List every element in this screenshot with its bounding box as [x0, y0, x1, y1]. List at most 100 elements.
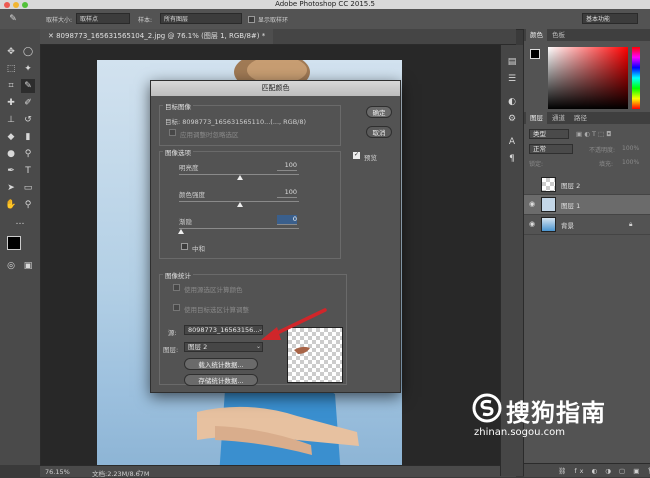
layer-thumbnail — [541, 217, 556, 232]
options-bar: ✎ 取样大小: 取样点 样本: 所有图层 显示取样环 基本功能 — [0, 9, 650, 30]
paragraph-panel-icon[interactable]: ¶ — [505, 152, 519, 166]
target-text: 目标: 8098773_165631565110...(..., RGB/8) — [165, 118, 307, 126]
type-tool-icon[interactable]: T — [21, 164, 35, 178]
opacity-label: 不透明度: — [589, 147, 616, 154]
sample-size-label: 取样大小: — [46, 17, 73, 24]
target-group-label: 目标图像 — [163, 101, 193, 111]
luminance-slider-thumb[interactable] — [237, 175, 243, 180]
layer-footer-icons[interactable]: ⛓ fx ◐ ◑ ▢ ▣ 🗑︎ — [558, 467, 650, 475]
layer-filter-select[interactable]: 类型 — [529, 129, 569, 139]
use-source-selection-label: 使用源选区计算颜色 — [184, 286, 243, 294]
watermark-url: zhinan.sogou.com — [474, 427, 566, 438]
use-target-selection-checkbox[interactable] — [173, 304, 180, 311]
lasso-tool-icon[interactable]: ◯ — [21, 45, 35, 59]
luminance-label: 明亮度 — [179, 164, 199, 172]
status-bar: 76.15% 文档:2.23M/8.67M › — [40, 465, 516, 478]
properties-panel-icon[interactable]: ☰ — [505, 72, 519, 86]
dialog-title: 匹配颜色 — [151, 81, 400, 96]
marquee-tool-icon[interactable]: ⬚ — [4, 62, 18, 76]
move-tool-icon[interactable]: ✥ — [4, 45, 18, 59]
gradient-tool-icon[interactable]: ▮ — [21, 130, 35, 144]
magic-wand-tool-icon[interactable]: ✦ — [21, 62, 35, 76]
brush-panel-icon[interactable]: ⚙ — [505, 112, 519, 126]
dodge-tool-icon[interactable]: ⚲ — [21, 147, 35, 161]
fade-slider-thumb[interactable] — [178, 229, 184, 234]
ok-button[interactable]: 确定 — [366, 106, 392, 118]
close-tab-icon[interactable]: ✕ — [48, 32, 56, 40]
blur-tool-icon[interactable]: ● — [4, 147, 18, 161]
layer-name: 背景 — [561, 222, 574, 230]
intensity-field[interactable]: 100 — [277, 188, 297, 198]
fill-value[interactable]: 100% — [622, 159, 639, 166]
tab-channels[interactable]: 通道 — [548, 112, 569, 124]
character-panel-icon[interactable]: A — [505, 135, 519, 149]
eyedropper-tool-icon[interactable]: ✎ — [21, 79, 35, 93]
adjustments-panel-icon[interactable]: ◐ — [505, 95, 519, 109]
fade-slider-track[interactable] — [179, 228, 299, 229]
preview-label: 预览 — [364, 154, 377, 162]
intensity-label: 颜色强度 — [179, 191, 205, 199]
color-picker-field[interactable] — [548, 47, 628, 109]
tab-paths[interactable]: 路径 — [570, 112, 591, 124]
pen-tool-icon[interactable]: ✒ — [4, 164, 18, 178]
workspace-select[interactable]: 基本功能 — [582, 13, 638, 24]
foreground-color-swatch[interactable] — [7, 236, 21, 250]
document-tab[interactable]: ✕ 8098773_165631565104_2.jpg @ 76.1% (图层… — [40, 29, 274, 44]
zoom-tool-icon[interactable]: ⚲ — [21, 198, 35, 212]
zoom-level[interactable]: 76.15% — [45, 468, 70, 476]
preview-check-icon: ✓ — [354, 151, 360, 158]
layer-row-layer1[interactable]: ◉ 图层 1 — [524, 195, 650, 215]
sogou-logo-icon — [472, 393, 502, 423]
annotation-arrow — [261, 308, 327, 340]
layer-row-background[interactable]: ◉ 背景 🔒︎ — [524, 215, 650, 235]
layer-select[interactable]: 图层 2 — [184, 342, 263, 352]
use-source-selection-checkbox[interactable] — [173, 284, 180, 291]
panel-foreground-swatch[interactable] — [530, 49, 540, 59]
history-panel-icon[interactable]: ▤ — [505, 55, 519, 69]
clone-stamp-tool-icon[interactable]: ⊥ — [4, 113, 18, 127]
hue-slider[interactable] — [632, 47, 640, 109]
ignore-selection-checkbox[interactable] — [169, 129, 176, 136]
hand-tool-icon[interactable]: ✋ — [4, 198, 18, 212]
save-statistics-button[interactable]: 存储统计数据... — [184, 374, 258, 386]
blend-mode-select[interactable]: 正常 — [529, 144, 573, 154]
crop-tool-icon[interactable]: ⌗ — [4, 79, 18, 93]
show-ring-checkbox[interactable] — [248, 16, 255, 23]
sample-select[interactable]: 所有图层 — [160, 13, 242, 24]
color-panel-tabs: 颜色 色板 — [524, 29, 650, 41]
layer-filter-icons[interactable]: ▣ ◐ T ⬚ ◘ — [576, 130, 611, 138]
tab-color[interactable]: 颜色 — [526, 29, 547, 41]
tab-layers[interactable]: 图层 — [526, 112, 547, 124]
visibility-eye-icon[interactable]: ◉ — [529, 220, 535, 228]
eraser-tool-icon[interactable]: ◆ — [4, 130, 18, 144]
status-menu-icon[interactable]: › — [138, 467, 141, 475]
toolbox: ✥ ◯ ⬚ ✦ ⌗ ✎ ✚ ✐ ⊥ ↺ ◆ ▮ ● ⚲ ✒ T ➤ ▭ ✋ ⚲ … — [0, 29, 41, 465]
healing-brush-tool-icon[interactable]: ✚ — [4, 96, 18, 110]
visibility-eye-icon[interactable]: ◉ — [529, 200, 535, 208]
eyedropper-tool-preset-icon[interactable]: ✎ — [6, 12, 20, 26]
show-ring-label: 显示取样环 — [258, 17, 289, 24]
intensity-slider-thumb[interactable] — [237, 202, 243, 207]
brush-tool-icon[interactable]: ✐ — [21, 96, 35, 110]
rectangle-tool-icon[interactable]: ▭ — [21, 181, 35, 195]
fill-label: 填充: — [599, 161, 614, 168]
neutralize-checkbox[interactable] — [181, 243, 188, 250]
history-brush-tool-icon[interactable]: ↺ — [21, 113, 35, 127]
luminance-field[interactable]: 100 — [277, 161, 297, 171]
more-tools-icon[interactable]: … — [13, 215, 27, 229]
load-statistics-button[interactable]: 载入统计数据... — [184, 358, 258, 370]
layer-thumbnail — [541, 177, 556, 192]
screen-mode-icon[interactable]: ▣ — [21, 259, 35, 273]
fade-label: 渐隐 — [179, 218, 192, 226]
tab-swatches[interactable]: 色板 — [548, 29, 569, 41]
quick-mask-icon[interactable]: ◎ — [4, 259, 18, 273]
cancel-button[interactable]: 取消 — [366, 126, 392, 138]
sample-size-select[interactable]: 取样点 — [76, 13, 130, 24]
document-tab-label: 8098773_165631565104_2.jpg @ 76.1% (图层 1… — [56, 32, 266, 40]
layer-row-layer2[interactable]: 图层 2 — [524, 175, 650, 195]
fade-field[interactable]: 0 — [277, 215, 297, 225]
opacity-value[interactable]: 100% — [622, 145, 639, 152]
layer-label: 图层: — [163, 346, 179, 354]
path-selection-tool-icon[interactable]: ➤ — [4, 181, 18, 195]
source-select[interactable]: 8098773_16563156... — [184, 325, 263, 335]
